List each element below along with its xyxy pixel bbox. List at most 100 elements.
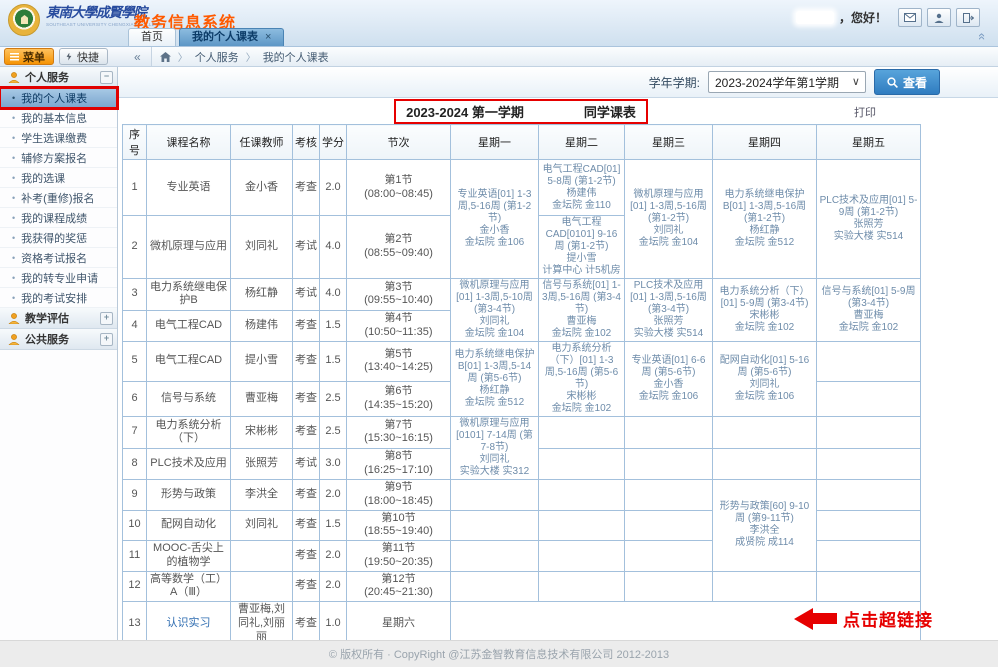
timetable-day-cell: 形势与政策[60] 9-10周 (第9-11节) 李洪全 成贤院 成114 <box>713 480 817 572</box>
timetable-cell: 金小香 <box>231 160 293 216</box>
timetable-cell: 3.0 <box>320 448 347 480</box>
timetable-cell: 4.0 <box>320 279 347 311</box>
timetable-title: 2023-2024 第一学期 同学课表 <box>394 99 648 124</box>
sidebar-item[interactable]: •补考(重修)报名 <box>0 188 117 208</box>
timetable-cell: 考试 <box>293 279 320 311</box>
timetable-day-cell: PLC技术及应用[01] 5-9周 (第1-2节) 张照芳 实验大楼 实514 <box>817 160 921 279</box>
column-header: 序号 <box>123 125 147 160</box>
sidebar-item[interactable]: •我的个人课表 <box>0 88 117 108</box>
timetable-cell: 第3节 (09:55~10:40) <box>347 279 451 311</box>
tab-close-icon[interactable]: × <box>265 29 271 46</box>
collapse-header-icon[interactable]: « <box>976 33 989 40</box>
expand-box-icon[interactable]: + <box>100 333 113 346</box>
bullet-icon: • <box>12 213 15 223</box>
timetable-cell: 考查 <box>293 310 320 342</box>
timetable-day-cell: 电力系统继电保护B[01] 1-3周,5-16周 (第1-2节) 杨红静 金坛院… <box>713 160 817 279</box>
breadcrumb-separator: 〉 <box>246 49 256 64</box>
sidebar-item[interactable]: •我的基本信息 <box>0 108 117 128</box>
sidebar-item[interactable]: •学生选课缴费 <box>0 128 117 148</box>
sidebar-item-label: 我的选课 <box>21 170 65 186</box>
timetable-day-cell <box>539 417 625 449</box>
sidebar-section-label: 教学评估 <box>25 310 100 326</box>
sidebar-section-header[interactable]: 个人服务− <box>0 67 117 88</box>
timetable-day-cell <box>817 381 921 416</box>
timetable-cell: 信号与系统 <box>147 381 231 416</box>
timetable-cell: 1.5 <box>320 342 347 382</box>
timetable-cell: 刘同礼 <box>231 510 293 541</box>
school-name-en: SOUTHEAST UNIVERSITY CHENGXIAN COLLEGE <box>46 23 138 28</box>
timetable-day-cell <box>625 510 713 541</box>
timetable-day-cell: 电气工程CAD[01] 5-8周 (第1-2节) 杨建伟 金坛院 金110 <box>539 160 625 216</box>
collapse-box-icon[interactable]: − <box>100 71 113 84</box>
sidebar-item[interactable]: •我的选课 <box>0 168 117 188</box>
sidebar-item[interactable]: •我获得的奖惩 <box>0 228 117 248</box>
timetable-day-cell: 电力系统分析（下）[01] 5-9周 (第3-4节) 宋彬彬 金坛院 金102 <box>713 279 817 342</box>
timetable-day-cell <box>713 417 817 449</box>
column-header: 星期五 <box>817 125 921 160</box>
timetable-cell: 刘同礼 <box>231 216 293 279</box>
semester-select-value: 2023-2024学年第1学期 <box>715 74 839 91</box>
user-icon-button[interactable] <box>927 8 951 27</box>
print-link[interactable]: 打印 <box>854 104 876 120</box>
sidebar-item-label: 我的转专业申请 <box>21 270 98 286</box>
expand-box-icon[interactable]: + <box>100 312 113 325</box>
timetable-cell: 6 <box>123 381 147 416</box>
view-button[interactable]: 查看 <box>874 69 940 95</box>
semester-select[interactable]: 2023-2024学年第1学期 ∨ <box>708 71 866 93</box>
timetable-title-bar: 2023-2024 第一学期 同学课表 打印 <box>122 98 920 124</box>
user-icon <box>934 13 944 23</box>
arrow-left-icon <box>794 608 813 630</box>
menu-button[interactable]: 菜单 <box>4 48 54 65</box>
logout-icon-button[interactable] <box>956 8 980 27</box>
mail-icon-button[interactable] <box>898 8 922 27</box>
timetable-cell: 考试 <box>293 216 320 279</box>
column-header: 学分 <box>320 125 347 160</box>
sidebar-section-header[interactable]: 公共服务+ <box>0 329 117 350</box>
timetable-day-cell: 电气工程CAD[0101] 9-16周 (第1-2节) 提小雪 计算中心 计5机… <box>539 216 625 279</box>
sidebar-section-label: 个人服务 <box>25 69 100 85</box>
timetable: 序号课程名称任课教师考核学分节次星期一星期二星期三星期四星期五 1专业英语金小香… <box>122 124 921 640</box>
timetable-day-cell: 微机原理与应用[01] 1-3周,5-16周 (第1-2节) 刘同礼 金坛院 金… <box>625 160 713 279</box>
breadcrumb-item-personal[interactable]: 个人服务 <box>195 49 239 65</box>
sidebar-item[interactable]: •我的课程成绩 <box>0 208 117 228</box>
quick-button[interactable]: 快捷 <box>59 48 108 65</box>
chevron-down-icon: ∨ <box>852 75 860 88</box>
tab-home[interactable]: 首页 <box>128 28 176 46</box>
timetable-day-cell <box>539 510 625 541</box>
timetable-day-cell <box>539 480 625 511</box>
column-header: 课程名称 <box>147 125 231 160</box>
home-icon[interactable] <box>160 52 171 62</box>
timetable-cell: 第7节 (15:30~16:15) <box>347 417 451 449</box>
sidebar-item[interactable]: •我的考试安排 <box>0 288 117 308</box>
timetable-cell: 考查 <box>293 342 320 382</box>
timetable-cell <box>231 541 293 572</box>
timetable-cell: 张照芳 <box>231 448 293 480</box>
timetable-cell: 第1节 (08:00~08:45) <box>347 160 451 216</box>
timetable-cell: 1.0 <box>320 602 347 641</box>
timetable-cell: 星期六 <box>347 602 451 641</box>
bullet-icon: • <box>12 293 15 303</box>
arrow-shaft <box>813 613 837 624</box>
sidebar-collapse-icon[interactable]: « <box>134 50 141 64</box>
sidebar-item[interactable]: •辅修方案报名 <box>0 148 117 168</box>
timetable-cell: 杨红静 <box>231 279 293 311</box>
search-icon <box>887 77 898 88</box>
person-badge-icon <box>8 71 20 83</box>
bullet-icon: • <box>12 253 15 263</box>
tab-my-timetable[interactable]: 我的个人课表 × <box>179 28 284 46</box>
timetable-day-cell: 专业英语[01] 6-6周 (第5-6节) 金小香 金坛院 金106 <box>625 342 713 417</box>
sidebar-item[interactable]: •我的转专业申请 <box>0 268 117 288</box>
sidebar-section-header[interactable]: 教学评估+ <box>0 308 117 329</box>
school-logo-icon <box>8 4 40 36</box>
main-content: 学年学期: 2023-2024学年第1学期 ∨ 查看 2023-2024 第一学… <box>118 67 998 640</box>
timetable-day-cell: PLC技术及应用[01] 1-3周,5-16周 (第3-4节) 张照芳 实验大楼… <box>625 279 713 342</box>
breadcrumb-item-timetable[interactable]: 我的个人课表 <box>263 49 329 65</box>
breadcrumb-separator: 〉 <box>178 49 188 64</box>
sidebar-item[interactable]: •资格考试报名 <box>0 248 117 268</box>
timetable-day-cell: 微机原理与应用[0101] 7-14周 (第7-8节) 刘同礼 实验大楼 实31… <box>451 417 539 480</box>
course-link[interactable]: 认识实习 <box>167 617 211 629</box>
timetable-cell: PLC技术及应用 <box>147 448 231 480</box>
timetable-cell: 1 <box>123 160 147 216</box>
bullet-icon: • <box>12 113 15 123</box>
timetable-cell: 考查 <box>293 480 320 511</box>
